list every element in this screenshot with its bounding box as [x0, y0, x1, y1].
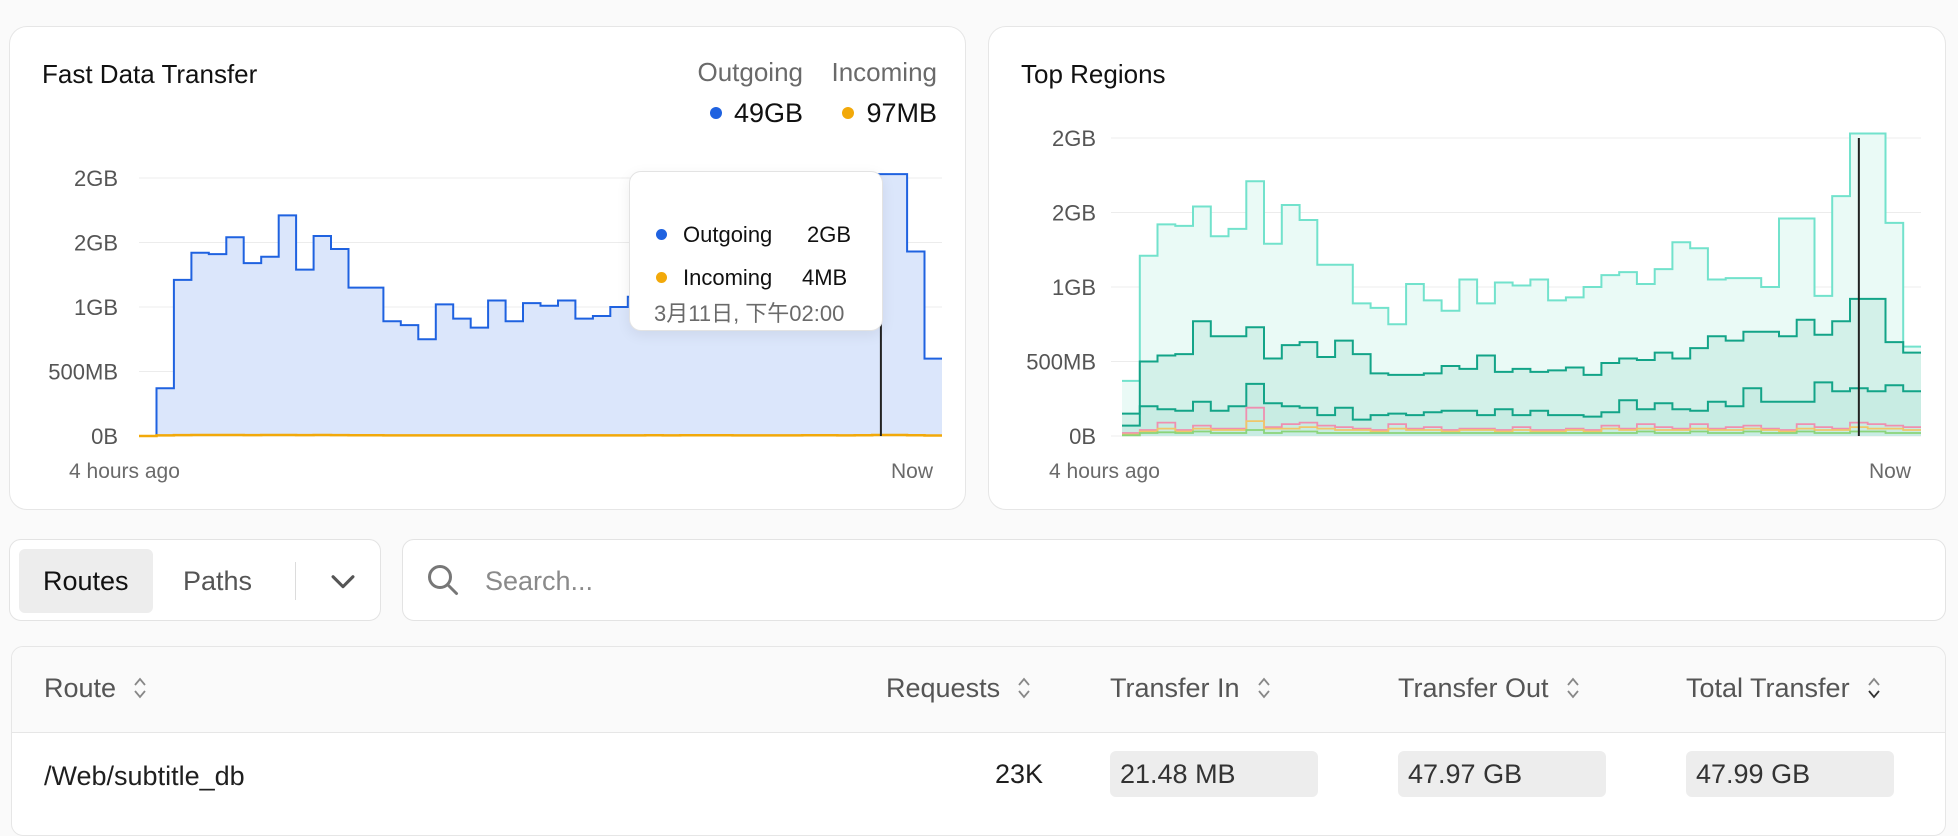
column-transfer-in-label: Transfer In — [1110, 673, 1240, 703]
top-regions-card: Top Regions 2GB 2GB 1GB 500MB 0B 4 hours ago… — [988, 26, 1946, 510]
row-total-transfer-bar: 47.99 GB — [1686, 751, 1894, 797]
row-transfer-in-bar: 21.48 MB — [1110, 751, 1318, 797]
row-route[interactable]: /Web/subtitle_db — [44, 761, 245, 792]
chevron-down-icon[interactable] — [326, 564, 360, 598]
view-segment-control: Routes Paths — [9, 539, 381, 621]
row-transfer-out-bar: 47.97 GB — [1398, 751, 1606, 797]
tooltip-time: 3月11日, 下午02:00 — [654, 301, 845, 326]
column-total-transfer-label: Total Transfer — [1686, 673, 1850, 703]
y-tick-label: 2GB — [1052, 201, 1096, 226]
row-transfer-out: 47.97 GB — [1408, 759, 1523, 789]
y-tick-label: 2GB — [74, 231, 118, 256]
column-total-transfer-header[interactable]: Total Transfer — [1686, 673, 1882, 704]
tooltip-outgoing-dot-icon — [656, 228, 667, 240]
tooltip-incoming-label: Incoming — [683, 265, 773, 290]
tooltip-outgoing-value: 2GB — [807, 222, 852, 247]
y-tick-label: 1GB — [1052, 275, 1096, 300]
fast-data-transfer-card: Fast Data Transfer Outgoing 49GB Incomin… — [9, 26, 966, 510]
y-tick-label: 2GB — [74, 166, 118, 191]
tr-x-end-label: Now — [1869, 460, 1912, 483]
segment-divider — [295, 562, 296, 600]
search-icon — [428, 565, 458, 595]
y-tick-label: 1GB — [74, 295, 118, 320]
chart-tooltip: Outgoing 2GB Incoming 4MB 3月11日, 下午02:00 — [629, 171, 883, 331]
y-tick-label: 2GB — [1052, 126, 1096, 151]
column-requests-label: Requests — [886, 673, 1001, 703]
column-route-header[interactable]: Route — [44, 673, 148, 704]
search-box — [402, 539, 1946, 622]
y-tick-label: 500MB — [48, 360, 118, 385]
sort-icon — [134, 677, 146, 699]
sort-icon — [1257, 677, 1270, 699]
row-transfer-in: 21.48 MB — [1120, 759, 1236, 789]
column-transfer-out-label: Transfer Out — [1398, 673, 1549, 703]
series-line — [139, 433, 942, 438]
y-tick-label: 0B — [91, 424, 118, 449]
segment-routes-button[interactable]: Routes — [19, 549, 153, 613]
row-requests: 23K — [995, 759, 1044, 789]
fdt-x-end-label: Now — [891, 460, 934, 483]
tooltip-incoming-dot-icon — [656, 271, 667, 283]
routes-table: Route Requests Transfer In Transfer Out … — [11, 646, 1946, 836]
y-tick-label: 0B — [1069, 424, 1096, 449]
sort-icon — [1566, 677, 1579, 699]
column-requests-header[interactable]: Requests — [886, 673, 1032, 704]
fdt-x-start-label: 4 hours ago — [69, 460, 180, 483]
column-route-label: Route — [44, 673, 117, 703]
tooltip-incoming-value: 4MB — [802, 265, 848, 290]
column-transfer-in-header[interactable]: Transfer In — [1110, 673, 1272, 704]
tooltip-outgoing-label: Outgoing — [683, 222, 773, 247]
table-header: Route Requests Transfer In Transfer Out … — [12, 647, 1945, 733]
top-regions-chart[interactable]: 2GB 2GB 1GB 500MB 0B — [989, 27, 1947, 511]
tr-x-start-label: 4 hours ago — [1049, 460, 1160, 483]
search-input[interactable] — [483, 540, 1887, 622]
row-total-transfer: 47.99 GB — [1696, 759, 1811, 789]
segment-paths-button[interactable]: Paths — [159, 549, 276, 613]
sort-desc-icon — [1867, 677, 1880, 699]
sort-icon — [1018, 677, 1030, 699]
column-transfer-out-header[interactable]: Transfer Out — [1398, 673, 1581, 704]
y-tick-label: 500MB — [1026, 350, 1096, 375]
